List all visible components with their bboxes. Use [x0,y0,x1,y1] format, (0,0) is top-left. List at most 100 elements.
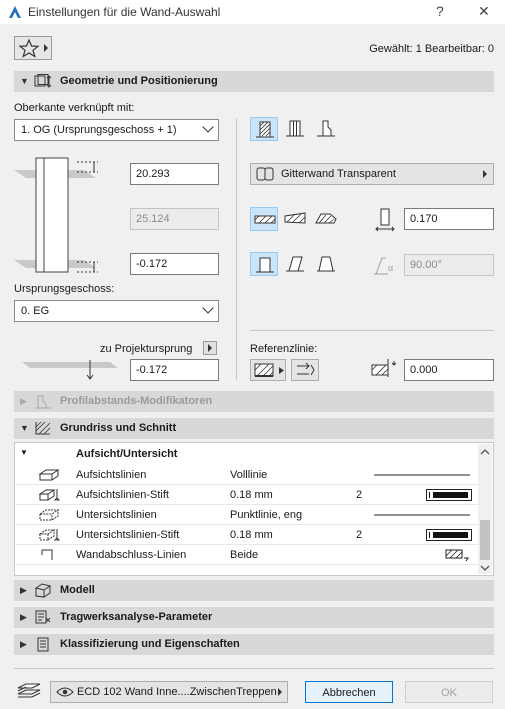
home-story-value: 0. EG [21,305,50,317]
section-title: Grundriss und Schnitt [60,422,177,434]
height-bottom-field[interactable]: -0.172 [130,253,219,275]
section-profile-modifiers: ▶ Profilabstands-Modifikatoren [14,391,494,412]
project-origin-field[interactable]: -0.172 [130,359,219,381]
section-model[interactable]: ▶ Modell [14,580,494,601]
row-name: Wandabschluss-Linien [76,549,187,561]
row-value: Volllinie [230,469,268,481]
section-title: Profilabstands-Modifikatoren [60,395,213,407]
flip-icon [297,362,315,376]
grid-row-overhead-lines[interactable]: Untersichtslinien Punktlinie, eng [16,505,478,525]
top-link-label: Oberkante verknüpft mit: [14,102,135,114]
wall-profile-icon [317,120,335,137]
section-title: Klassifizierung und Eigenschaften [60,638,240,650]
overhead-pen-icon [38,529,61,541]
home-story-select[interactable]: 0. EG [14,300,219,322]
composite-select[interactable]: Gitterwand Transparent [250,163,494,185]
selection-info: Gewählt: 1 Bearbeitbar: 0 [369,43,494,55]
structural-analysis-icon [35,610,51,624]
overhead-lines-icon [38,509,60,521]
grid-scrollbar[interactable] [478,444,492,574]
floorplan-section-icon [35,421,51,435]
flip-reference-button[interactable] [291,359,319,381]
section-title: Modell [60,584,95,596]
section-title: Geometrie und Positionierung [60,75,218,87]
home-story-label: Ursprungsgeschoss: [14,283,115,295]
row-name: Untersichtslinien [76,509,157,521]
layer-select[interactable]: ECD 102 Wand Inne....ZwischenTreppen [50,681,288,703]
collapse-icon: ▼ [20,423,29,433]
project-origin-menu-button[interactable] [203,341,217,355]
thickness-field[interactable]: 0.170 [404,208,494,230]
reference-offset-field[interactable]: 0.000 [404,359,494,381]
wall-perpendicular-icon [256,257,274,273]
structure-composite-button[interactable] [281,117,309,141]
wall-composite-icon [286,120,304,137]
project-origin-label: zu Projektursprung [100,343,193,355]
wall-end-preview-icon [445,549,469,562]
ok-button: OK [405,681,493,703]
section-geometry[interactable]: ▼ Geometrie und Positionierung [14,71,494,92]
profile-modifier-icon [35,395,51,409]
slant-double-button[interactable] [312,252,340,276]
reference-line-icon [254,363,274,377]
classification-icon [37,637,49,652]
height-top-field[interactable]: 20.293 [130,163,219,185]
geometry-polygon-button[interactable] [312,207,340,231]
top-pen-icon [38,489,61,501]
top-link-select[interactable]: 1. OG (Ursprungsgeschoss + 1) [14,119,219,141]
favorites-button[interactable] [14,36,52,60]
composite-icon [256,167,274,181]
row-value: 0.18 mm [230,529,273,541]
expand-icon: ▶ [20,639,27,649]
wall-basic-icon [256,121,274,138]
reference-line-button[interactable] [250,359,286,381]
section-floorplan[interactable]: ▼ Grundriss und Schnitt [14,418,494,439]
window-title: Einstellungen für die Wand-Auswahl [28,5,221,19]
wall-height-diagram [14,157,98,273]
close-button[interactable]: ✕ [478,3,490,20]
chevron-right-icon [44,44,48,52]
grid-row-wall-end-lines[interactable]: Wandabschluss-Linien Beide [16,545,478,565]
dotted-line-preview [374,514,470,516]
chevron-down-icon [202,302,214,314]
grid-group-title: Aufsicht/Untersicht [76,448,178,460]
star-icon [18,38,40,58]
slant-angle-icon [374,257,388,275]
row-value: Punktlinie, eng [230,509,303,521]
help-button[interactable]: ? [436,3,444,19]
slant-inclined-button[interactable] [281,252,309,276]
chevron-right-icon [483,170,487,178]
geometry-trapezoid-button[interactable] [281,207,309,231]
wall-straight-icon [254,215,276,224]
slant-perpendicular-button[interactable] [250,252,278,276]
angle-symbol: α [388,263,394,273]
geometry-icon [34,74,52,88]
row-value: Beide [230,549,259,561]
chevron-right-icon [278,688,282,696]
chevron-down-icon [202,121,214,133]
row-name: Aufsichtslinien-Stift [76,489,169,501]
row-name: Aufsichtslinien [76,469,147,481]
grid-row-cut-top-pen[interactable]: Aufsichtslinien-Stift 0.18 mm 2 [16,485,478,505]
reference-offset-icon [371,359,397,377]
scroll-thumb[interactable] [480,520,490,560]
geometry-straight-button[interactable] [250,207,278,231]
pen-preview-swatch [426,489,472,501]
top-lines-icon [38,469,60,481]
footer-divider [14,668,494,669]
right-divider [250,330,494,331]
grid-row-overhead-pen[interactable]: Untersichtslinien-Stift 0.18 mm 2 [16,525,478,545]
grid-group-header[interactable]: ▼ Aufsicht/Untersicht [16,444,478,464]
section-structural[interactable]: ▶ Tragwerksanalyse-Parameter [14,607,494,628]
app-icon [7,4,23,20]
structure-profile-button[interactable] [312,117,340,141]
pen-preview-swatch [426,529,472,541]
cancel-button[interactable]: Abbrechen [305,681,393,703]
grid-row-cut-top-lines[interactable]: Aufsichtslinien Volllinie [16,465,478,485]
structure-basic-button[interactable] [250,117,278,141]
wall-end-icon [41,549,53,560]
solid-line-preview [374,474,470,476]
wall-double-slant-icon [317,256,335,272]
layer-value: ECD 102 Wand Inne....ZwischenTreppen [77,686,277,698]
section-classification[interactable]: ▶ Klassifizierung und Eigenschaften [14,634,494,655]
